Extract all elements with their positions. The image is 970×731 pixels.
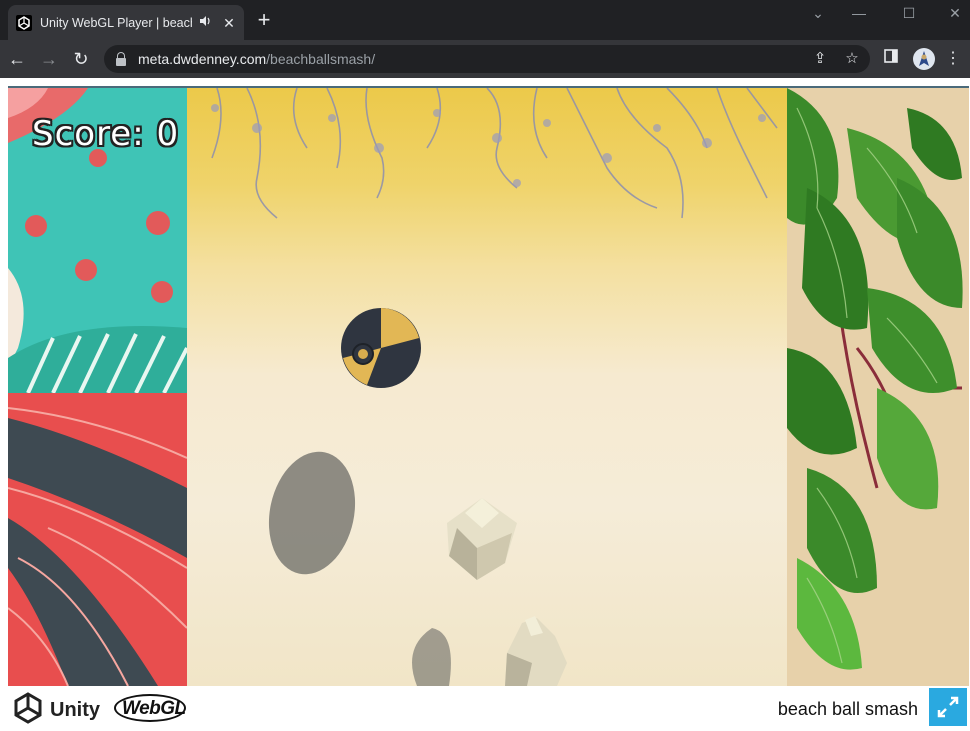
browser-toolbar: ← → ↻ meta.dwdenney.com/beachballsmash/ … — [0, 40, 970, 78]
profile-avatar[interactable] — [913, 48, 935, 70]
maximize-icon[interactable]: ☐ — [886, 0, 932, 28]
unity-footer: Unity WebGL beach ball smash — [0, 686, 970, 728]
lock-icon[interactable] — [116, 52, 126, 66]
url-host: meta.dwdenney.com — [138, 51, 267, 67]
back-arrow-icon[interactable]: ← — [5, 47, 29, 71]
game-title: beach ball smash — [777, 699, 918, 719]
unity-favicon-icon — [16, 15, 32, 31]
tab-close-icon[interactable]: ✕ — [220, 14, 238, 32]
side-panel-icon[interactable] — [880, 48, 902, 70]
speaker-icon[interactable] — [198, 14, 214, 32]
score-label: Score: 0 — [32, 114, 180, 154]
game-canvas[interactable]: Score: 0 — [8, 88, 969, 686]
star-icon[interactable]: ☆ — [842, 49, 862, 69]
share-icon[interactable]: ⇪ — [810, 49, 830, 69]
browser-tab[interactable]: Unity WebGL Player | beach ball smash ✕ — [8, 5, 244, 40]
reload-icon[interactable]: ↻ — [69, 47, 93, 71]
window-close-icon[interactable]: ✕ — [932, 0, 970, 28]
new-tab-plus-icon[interactable]: + — [254, 9, 274, 31]
menu-kebab-icon[interactable]: ⋮ — [942, 48, 964, 70]
url-path: /beachballsmash/ — [266, 51, 376, 67]
right-plant-background — [787, 88, 969, 686]
left-mural-background: Score: 0 — [8, 88, 187, 686]
rock-polyhedron — [447, 498, 517, 580]
tab-title: Unity WebGL Player | beach ball smash — [40, 16, 192, 30]
minimize-icon[interactable]: — — [836, 0, 882, 28]
center-wall-background — [187, 88, 787, 686]
chevron-down-icon[interactable]: ⌄ — [795, 0, 841, 28]
browser-tabbar: Unity WebGL Player | beach ball smash ✕ … — [0, 0, 970, 40]
score-clip: Score: 0 — [8, 88, 187, 188]
address-bar[interactable]: meta.dwdenney.com/beachballsmash/ ⇪ ☆ — [104, 45, 870, 73]
rock-lower — [505, 616, 567, 686]
forward-arrow-icon[interactable]: → — [37, 47, 61, 71]
beach-ball — [341, 308, 421, 388]
webgl-wordmark: WebGL — [122, 698, 186, 719]
address-url[interactable]: meta.dwdenney.com/beachballsmash/ — [138, 51, 375, 67]
unity-logo-icon — [12, 692, 44, 724]
fullscreen-icon — [937, 696, 959, 718]
unity-wordmark: Unity — [50, 699, 100, 721]
fullscreen-button[interactable] — [929, 688, 967, 726]
